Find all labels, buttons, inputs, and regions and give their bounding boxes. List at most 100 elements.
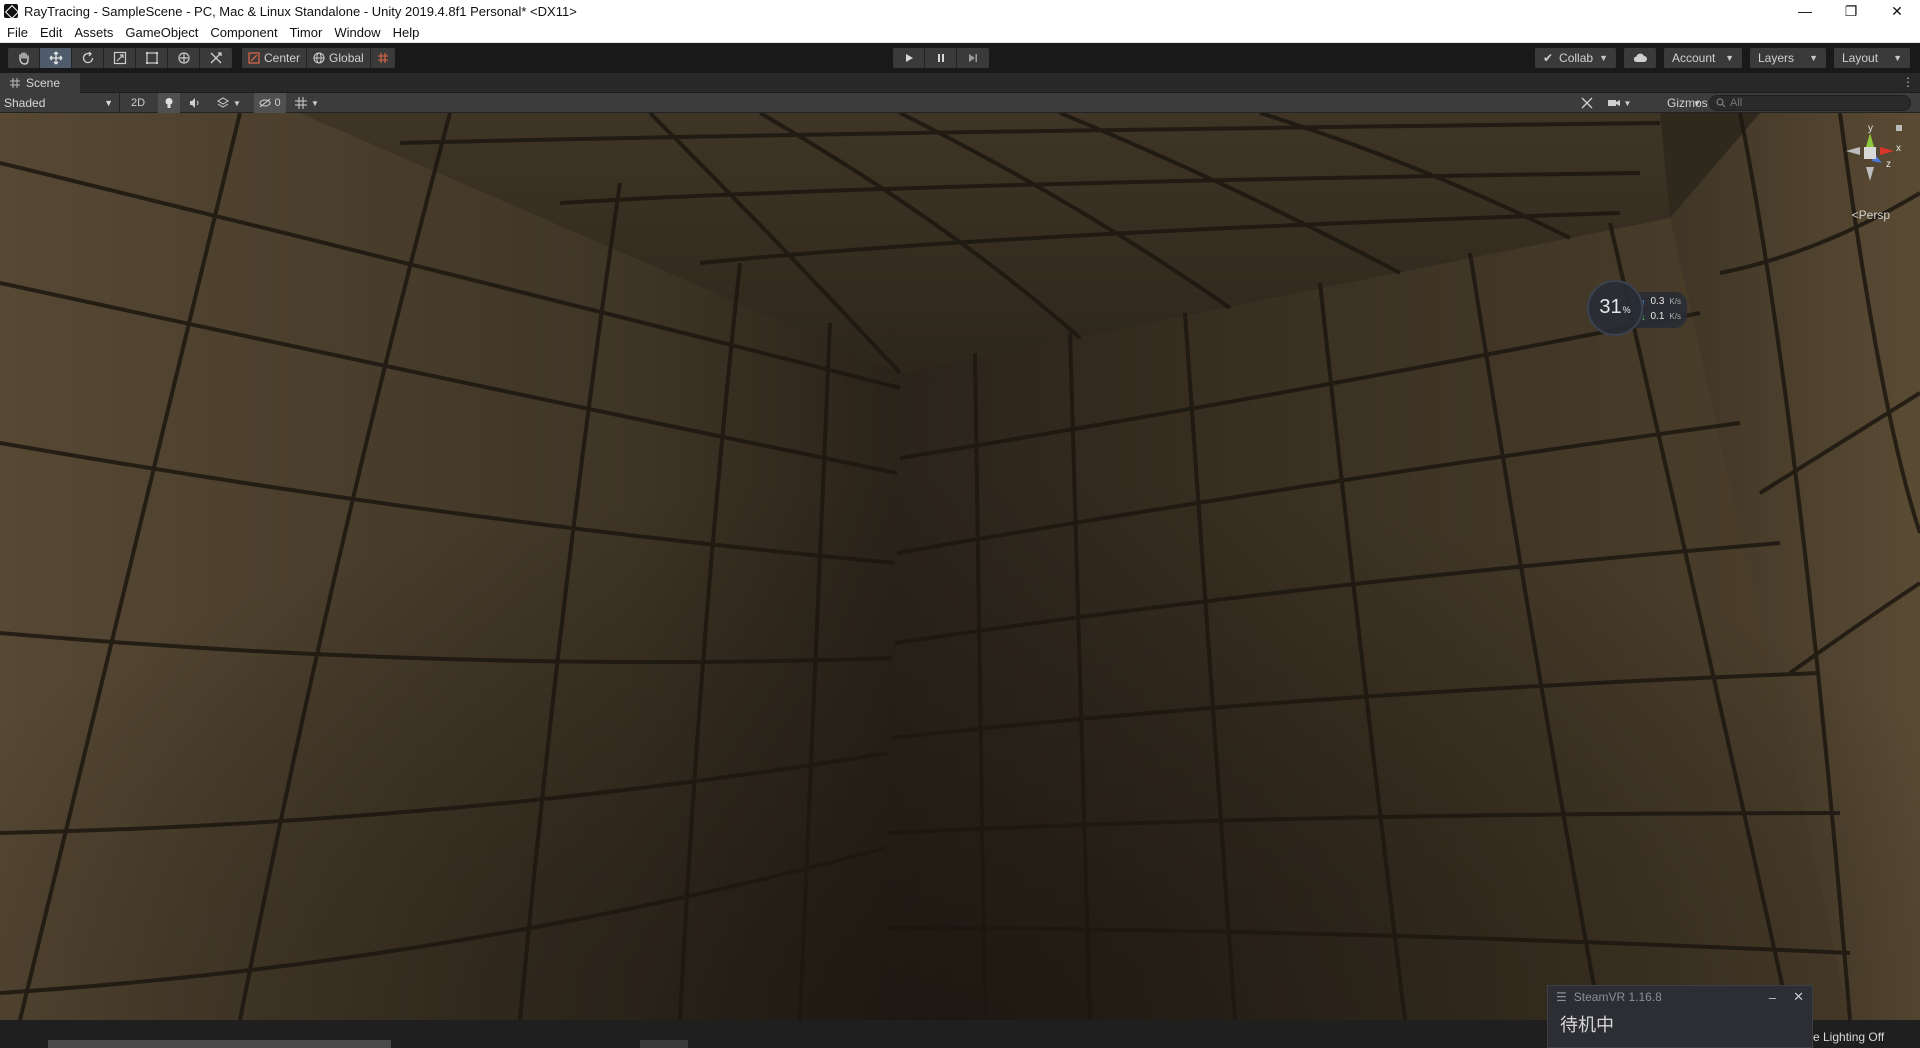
grid-dropdown[interactable]: ▼ bbox=[290, 93, 324, 113]
eye-hidden-icon bbox=[259, 98, 271, 108]
cloud-button[interactable] bbox=[1624, 48, 1656, 68]
pivot-center-icon bbox=[248, 52, 260, 64]
pivot-center-button[interactable]: Center bbox=[242, 48, 308, 68]
shading-mode-label: Shaded bbox=[4, 96, 46, 110]
scene-search bbox=[1709, 95, 1911, 111]
transform-tools bbox=[8, 48, 232, 68]
usage-percent: 31 bbox=[1599, 296, 1622, 318]
tab-scene[interactable]: Scene bbox=[0, 73, 80, 93]
upload-value: 0.3 bbox=[1650, 296, 1665, 307]
scale-tool-icon[interactable] bbox=[104, 48, 136, 68]
pause-button[interactable] bbox=[925, 48, 957, 68]
layers-dropdown[interactable]: Layers ▼ bbox=[1750, 48, 1826, 68]
menu-assets[interactable]: Assets bbox=[68, 25, 119, 40]
menu-window[interactable]: Window bbox=[328, 25, 386, 40]
kebab-menu-icon[interactable]: ⋮ bbox=[1902, 75, 1914, 89]
collab-dropdown[interactable]: ✔ Collab ▼ bbox=[1534, 48, 1616, 68]
chevron-down-icon: ▼ bbox=[1623, 98, 1632, 108]
network-monitor-widget: ↑ 0.3 K/s ↓ 0.1 K/s 31 % bbox=[1587, 280, 1701, 338]
chevron-down-icon: ▼ bbox=[1725, 53, 1734, 63]
speaker-icon bbox=[190, 98, 199, 108]
upload-rate: ↑ 0.3 K/s bbox=[1641, 296, 1681, 307]
play-icon bbox=[905, 54, 913, 62]
usage-percent-symbol: % bbox=[1622, 305, 1631, 315]
axis-x-label: x bbox=[1896, 143, 1901, 154]
wrench-icon bbox=[1581, 97, 1593, 109]
orientation-gizmo[interactable]: y x z bbox=[1836, 123, 1906, 213]
axis-z-label: z bbox=[1886, 159, 1891, 170]
hidden-objects-toggle[interactable]: 0 bbox=[254, 93, 286, 113]
steamvr-status-window[interactable]: ☰ SteamVR 1.16.8 – ✕ 待机中 bbox=[1547, 985, 1813, 1048]
snap-grid-button[interactable] bbox=[371, 48, 395, 68]
projection-toggle[interactable]: <Persp bbox=[1852, 208, 1890, 222]
pause-icon bbox=[937, 54, 944, 62]
scene-tab-strip: Scene ⋮ bbox=[0, 73, 1920, 93]
light-bulb-icon bbox=[165, 98, 173, 108]
audio-toggle-button[interactable] bbox=[184, 93, 206, 113]
step-icon bbox=[969, 54, 977, 62]
toggle-2d-button[interactable]: 2D bbox=[126, 93, 150, 113]
rotate-tool-icon[interactable] bbox=[72, 48, 104, 68]
effects-dropdown[interactable]: ▼ bbox=[212, 93, 246, 113]
menu-file[interactable]: File bbox=[0, 25, 34, 40]
chevron-left-icon: < bbox=[1851, 208, 1859, 222]
play-button[interactable] bbox=[893, 48, 925, 68]
menu-help[interactable]: Help bbox=[387, 25, 426, 40]
camera-dropdown[interactable]: ▼ bbox=[1604, 93, 1634, 113]
scene-tools-button[interactable] bbox=[1577, 93, 1597, 113]
hidden-count: 0 bbox=[274, 97, 281, 109]
shading-mode-dropdown[interactable]: Shaded ▼ bbox=[0, 93, 120, 113]
projection-label: Persp bbox=[1858, 208, 1890, 222]
pivot-global-button[interactable]: Global bbox=[307, 48, 371, 68]
custom-tool-icon[interactable] bbox=[200, 48, 232, 68]
search-icon bbox=[1716, 98, 1726, 108]
steamvr-status-text: 待机中 bbox=[1560, 1015, 1614, 1036]
main-toolbar: Center Global ✔ Collab ▼ Account ▼ Layer… bbox=[0, 43, 1920, 73]
layers-label: Layers bbox=[1758, 51, 1795, 65]
layout-label: Layout bbox=[1842, 51, 1879, 65]
chevron-down-icon: ▼ bbox=[104, 98, 113, 108]
axis-y-label: y bbox=[1868, 123, 1873, 134]
hamburger-menu-icon[interactable]: ☰ bbox=[1556, 990, 1567, 1004]
rect-tool-icon[interactable] bbox=[136, 48, 168, 68]
window-title: RayTracing - SampleScene - PC, Mac & Lin… bbox=[24, 3, 577, 19]
move-tool-icon[interactable] bbox=[40, 48, 72, 68]
step-button[interactable] bbox=[957, 48, 989, 68]
toggle-2d-label: 2D bbox=[130, 97, 146, 109]
hand-tool-icon[interactable] bbox=[8, 48, 40, 68]
collab-label: Collab bbox=[1559, 51, 1594, 65]
globe-icon bbox=[313, 52, 325, 64]
steamvr-close-button[interactable]: ✕ bbox=[1793, 989, 1804, 1005]
cpu-usage-gauge: 31 % bbox=[1587, 280, 1643, 336]
window-titlebar: RayTracing - SampleScene - PC, Mac & Lin… bbox=[0, 0, 1920, 22]
scene-viewport[interactable]: y x z <Persp ↑ 0.3 K/s ↓ 0.1 K/s 31 % bbox=[0, 113, 1920, 1020]
scene-search-input[interactable] bbox=[1730, 97, 1900, 109]
steamvr-minimize-button[interactable]: – bbox=[1769, 990, 1776, 1005]
transform-tool-icon[interactable] bbox=[168, 48, 200, 68]
download-unit: K/s bbox=[1669, 312, 1681, 321]
chevron-down-icon: ▼ bbox=[1599, 53, 1608, 63]
minimize-button[interactable]: — bbox=[1782, 0, 1828, 22]
pivot-global-label: Global bbox=[329, 51, 364, 65]
account-dropdown[interactable]: Account ▼ bbox=[1664, 48, 1742, 68]
chevron-down-icon: ▼ bbox=[1893, 53, 1902, 63]
toolbar-right: ✔ Collab ▼ Account ▼ Layers ▼ Layout ▼ bbox=[1534, 48, 1910, 68]
restore-button[interactable]: ❐ bbox=[1828, 0, 1874, 22]
cloud-icon bbox=[1633, 53, 1647, 62]
status-scrollbar-secondary[interactable] bbox=[640, 1040, 688, 1048]
status-scrollbar[interactable] bbox=[48, 1040, 391, 1048]
download-value: 0.1 bbox=[1650, 311, 1665, 322]
layout-dropdown[interactable]: Layout ▼ bbox=[1834, 48, 1910, 68]
menu-component[interactable]: Component bbox=[204, 25, 283, 40]
close-window-button[interactable]: ✕ bbox=[1874, 0, 1920, 22]
pivot-toggles: Center Global bbox=[242, 48, 395, 68]
menu-gameobject[interactable]: GameObject bbox=[119, 25, 204, 40]
download-rate: ↓ 0.1 K/s bbox=[1641, 311, 1681, 322]
menu-edit[interactable]: Edit bbox=[34, 25, 68, 40]
gizmos-chevron-icon[interactable]: ▼ bbox=[1690, 93, 1704, 113]
effects-layers-icon bbox=[217, 97, 230, 108]
lighting-toggle-button[interactable] bbox=[158, 93, 180, 113]
menu-timor[interactable]: Timor bbox=[284, 25, 329, 40]
grid-snap-icon bbox=[377, 53, 388, 63]
account-label: Account bbox=[1672, 51, 1716, 65]
